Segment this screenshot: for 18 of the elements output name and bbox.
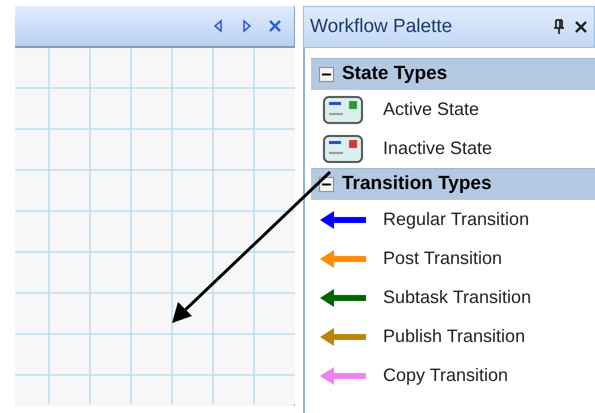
palette-item[interactable]: Active State [311, 90, 595, 129]
state-icon [323, 134, 363, 162]
close-icon [267, 18, 283, 34]
state-icon [323, 96, 363, 124]
palette-item[interactable]: Post Transition [311, 239, 595, 278]
section-header[interactable]: Transition Types [311, 168, 595, 200]
palette-item[interactable]: Publish Transition [311, 317, 595, 356]
palette-item[interactable]: Subtask Transition [311, 278, 595, 317]
palette-item[interactable]: Regular Transition [311, 200, 595, 239]
palette-item[interactable]: Inactive State [311, 129, 595, 168]
collapse-icon[interactable] [319, 67, 334, 82]
palette-title: Workflow Palette [310, 14, 452, 39]
section-title: Transition Types [342, 172, 492, 196]
close-icon [574, 20, 588, 34]
pin-icon [552, 19, 566, 35]
section-title: State Types [342, 62, 448, 86]
palette-item[interactable]: Copy Transition [311, 356, 595, 395]
section-header[interactable]: State Types [311, 58, 595, 90]
